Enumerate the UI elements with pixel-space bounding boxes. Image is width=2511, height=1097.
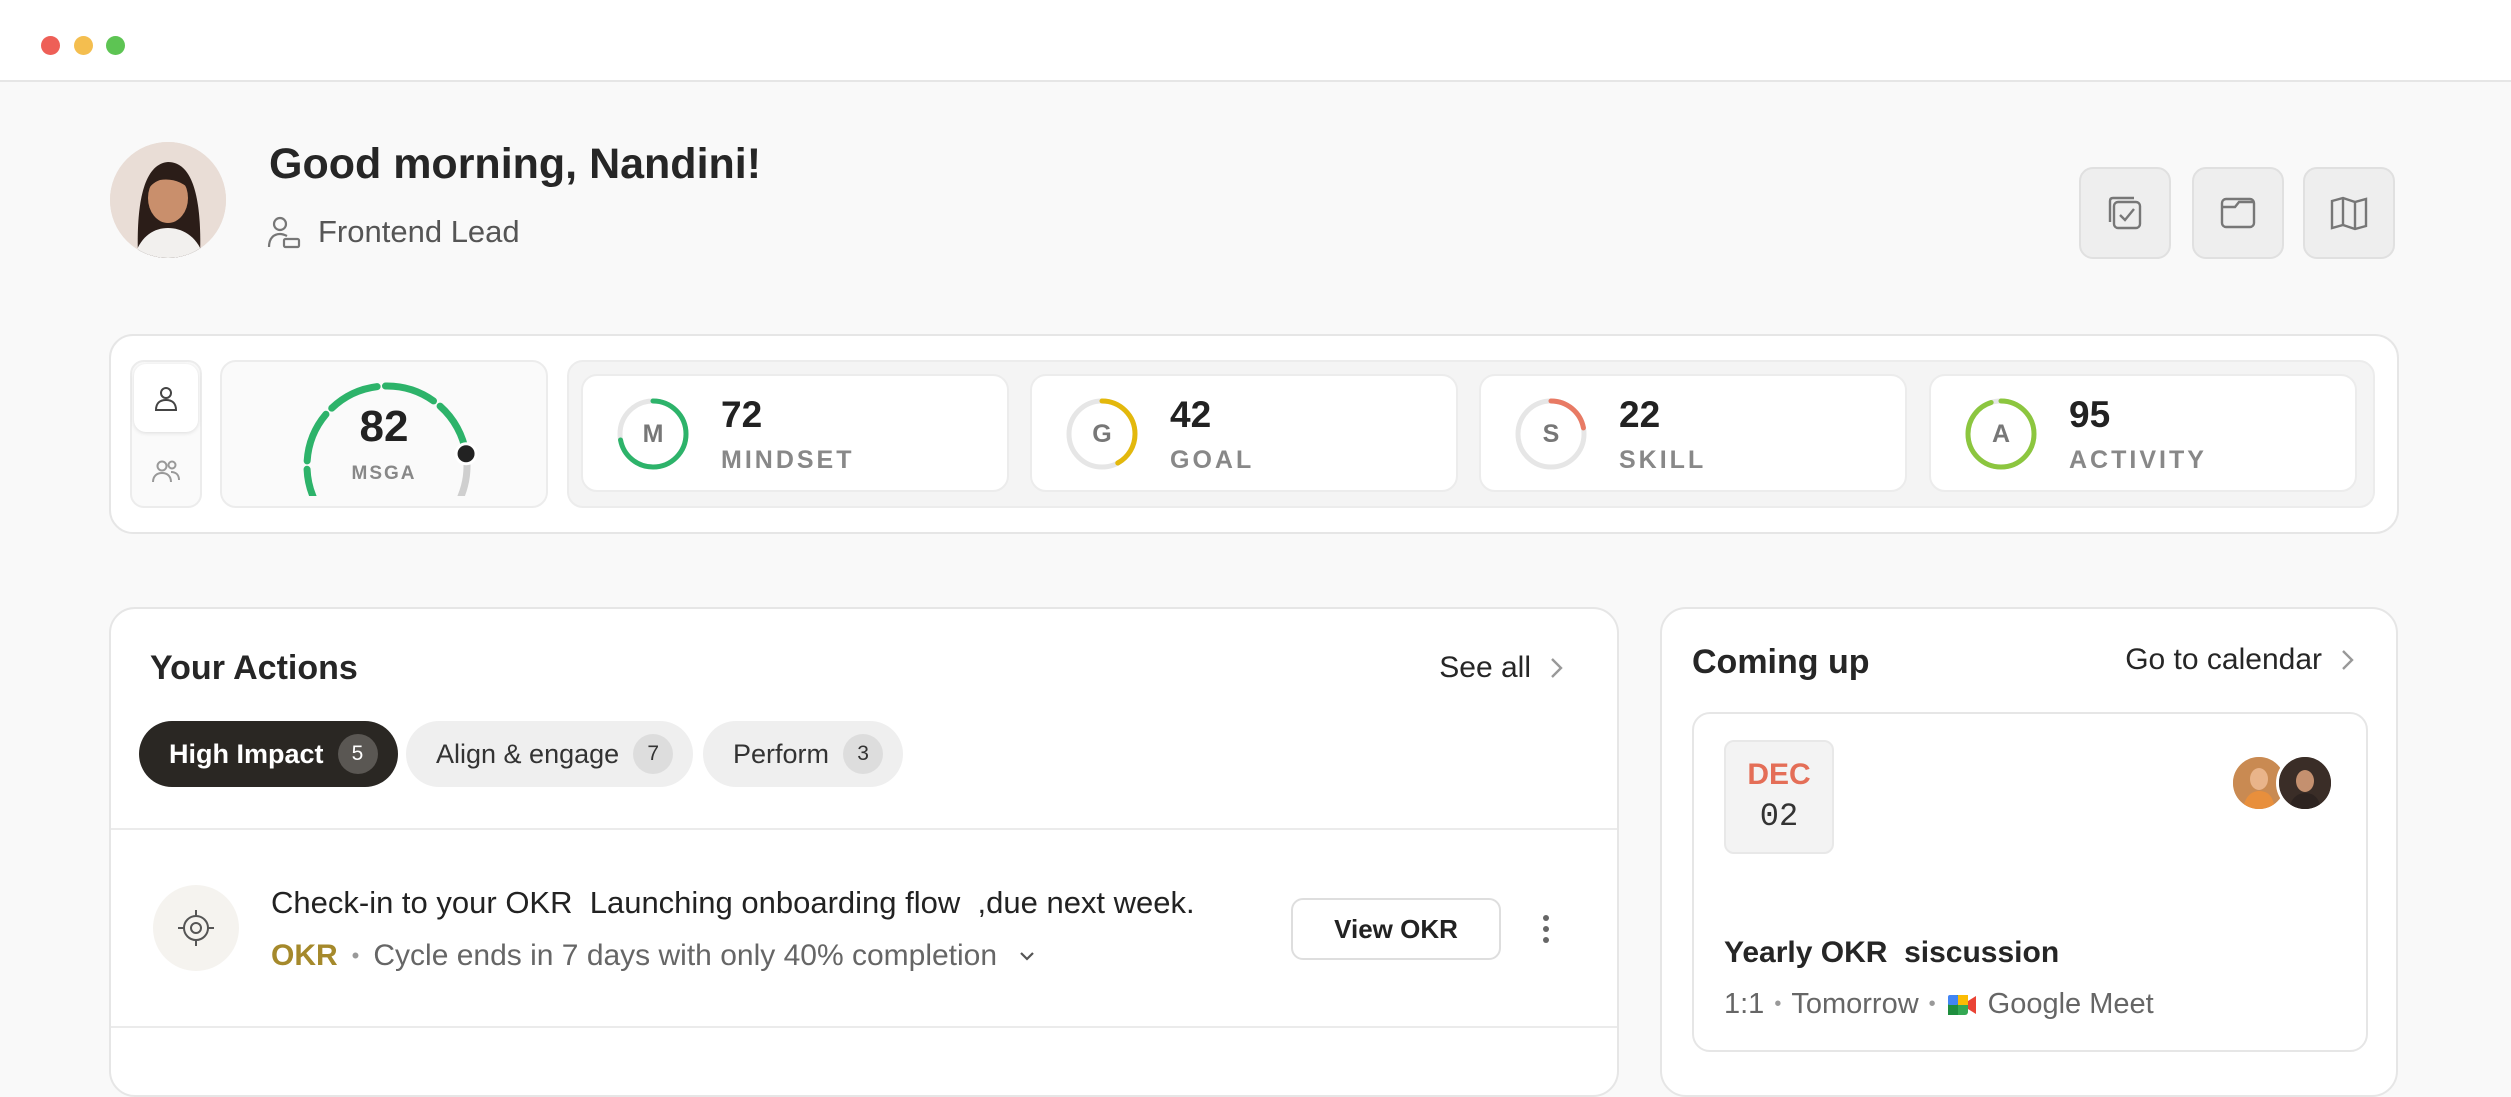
avatar (2276, 754, 2334, 812)
view-toggle[interactable] (130, 360, 202, 508)
tab-high-impact[interactable]: High Impact 5 (139, 721, 398, 787)
activity-label: ACTIVITY (2069, 446, 2207, 474)
divider (111, 1026, 1617, 1028)
tab-label: Align & engage (436, 738, 620, 769)
divider (111, 828, 1617, 830)
team-view-button[interactable] (134, 438, 198, 504)
individual-view-button[interactable] (134, 364, 198, 432)
tab-label: High Impact (169, 738, 324, 769)
chevron-down-icon[interactable] (1015, 944, 1039, 968)
chevron-right-icon (2342, 650, 2354, 670)
tab-count-badge: 3 (843, 734, 884, 774)
metric-card-activity[interactable]: A 95 ACTIVITY (1929, 374, 2357, 492)
more-vertical-icon (1543, 915, 1549, 943)
your-actions-panel: Your Actions See all High Impact 5 Align… (109, 607, 1619, 1097)
tab-align-engage[interactable]: Align & engage 7 (406, 721, 694, 787)
mindset-label: MINDSET (721, 446, 855, 474)
skill-label: SKILL (1619, 446, 1707, 474)
separator-dot: • (1774, 993, 1782, 1015)
tab-count-badge: 7 (633, 734, 674, 774)
team-icon (152, 460, 180, 483)
maximize-window-button[interactable] (106, 36, 125, 55)
event-month: DEC (1747, 758, 1811, 791)
event-day: 02 (1759, 798, 1799, 835)
mindset-letter: M (642, 420, 664, 448)
google-meet-icon (1947, 994, 1976, 1015)
close-window-button[interactable] (41, 36, 60, 55)
more-options-button[interactable] (1531, 909, 1561, 949)
activity-letter: A (1991, 420, 2011, 448)
separator-dot: • (351, 943, 360, 968)
event-when: Tomorrow (1791, 988, 1919, 1020)
go-to-calendar-link[interactable]: Go to calendar (2125, 643, 2358, 677)
view-okr-button[interactable]: View OKR (1291, 898, 1501, 960)
folder-icon (2220, 197, 2256, 229)
see-all-link[interactable]: See all (1439, 651, 1567, 685)
msga-score-card[interactable]: 82 MSGA (220, 360, 548, 508)
tab-label: Perform (733, 738, 830, 769)
event-meta: 1:1 • Tomorrow • Google Meet (1724, 988, 2154, 1021)
event-title: Yearly OKR siscussion (1724, 936, 2060, 969)
event-card[interactable]: DEC 02 Yearly OKR siscussion 1:1 • Tomor… (1692, 712, 2368, 1052)
event-date: DEC 02 (1724, 740, 1834, 854)
role-label: Frontend Lead (266, 212, 520, 252)
activity-value: 95 (2069, 394, 2111, 435)
go-to-calendar-label: Go to calendar (2125, 643, 2322, 676)
skill-letter: S (1542, 420, 1560, 448)
action-item-subtitle: OKR • Cycle ends in 7 days with only 40%… (271, 939, 1039, 973)
book-button[interactable] (2303, 167, 2395, 259)
metric-card-skill[interactable]: S 22 SKILL (1479, 374, 1907, 492)
person-laptop-icon (267, 216, 301, 249)
metric-card-mindset[interactable]: M 72 MINDSET (581, 374, 1009, 492)
skill-value: 22 (1619, 394, 1661, 435)
folder-button[interactable] (2192, 167, 2284, 259)
action-item-title: Check-in to your OKR Launching onboardin… (271, 885, 1195, 920)
tab-perform[interactable]: Perform 3 (703, 721, 904, 787)
role-text: Frontend Lead (318, 214, 520, 249)
book-icon (2330, 196, 2368, 231)
goal-label: GOAL (1170, 446, 1255, 474)
gauge-segment (381, 382, 438, 405)
avatar[interactable] (110, 142, 226, 258)
coming-up-title: Coming up (1692, 643, 1870, 681)
event-platform: Google Meet (1987, 988, 2154, 1020)
tasks-icon (2108, 196, 2142, 230)
event-type: 1:1 (1724, 988, 1765, 1020)
chevron-right-icon (1551, 658, 1563, 678)
metric-card-goal[interactable]: G 42 GOAL (1030, 374, 1458, 492)
tab-count-badge: 5 (337, 734, 378, 774)
goal-letter: G (1092, 420, 1112, 448)
msga-value: 82 (359, 402, 409, 451)
goal-value: 42 (1170, 394, 1212, 435)
mindset-value: 72 (721, 394, 763, 435)
coming-up-panel: Coming up Go to calendar DEC 02 Yearly O… (1660, 607, 2398, 1097)
tasks-button[interactable] (2079, 167, 2171, 259)
greeting-title: Good morning, Nandini! (269, 140, 762, 188)
okr-target-icon (153, 885, 239, 971)
okr-tag: OKR (271, 939, 338, 972)
action-item-detail: Cycle ends in 7 days with only 40% compl… (373, 939, 998, 972)
person-icon (154, 387, 178, 411)
attendee-avatars[interactable] (2230, 754, 2340, 814)
minimize-window-button[interactable] (74, 36, 93, 55)
actions-title: Your Actions (150, 649, 358, 687)
msga-label: MSGA (351, 463, 417, 484)
separator-dot: • (1928, 993, 1936, 1015)
see-all-label: See all (1439, 651, 1531, 684)
window-titlebar (0, 0, 2511, 82)
